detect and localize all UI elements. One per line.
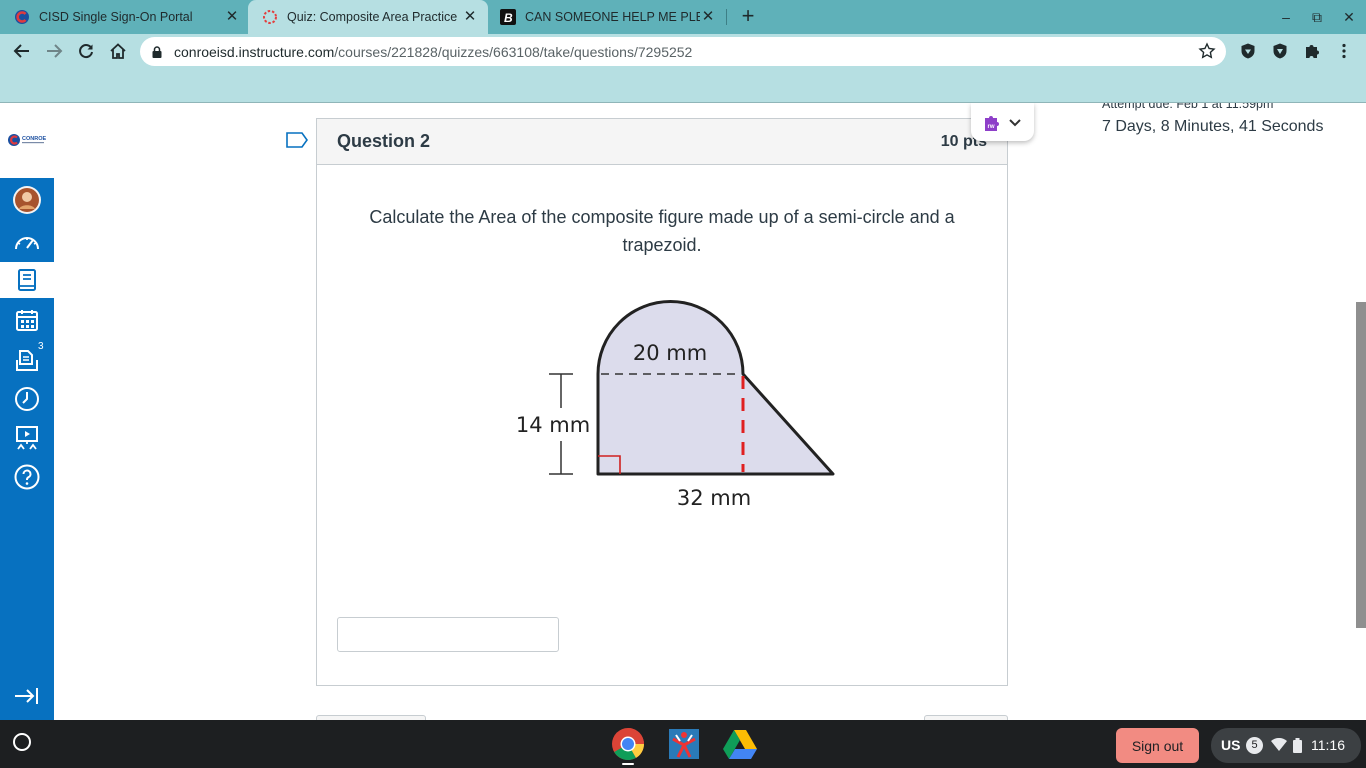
canvas-logo-icon [262,9,278,25]
forward-icon[interactable] [42,39,66,63]
page-scrollbar-thumb[interactable] [1356,302,1366,628]
url-text: conroeisd.instructure.com/courses/221828… [174,44,692,60]
browser-toolbar: conroeisd.instructure.com/courses/221828… [0,34,1366,68]
tab-quiz[interactable]: Quiz: Composite Area Practice ✕ [248,0,488,34]
tab-close-icon[interactable]: ✕ [700,9,716,25]
readwrite-toolbar-widget[interactable]: rw [971,103,1034,141]
extensions-puzzle-icon[interactable] [1300,39,1324,63]
url-path: /courses/221828/quizzes/663108/take/ques… [334,44,693,60]
label-top-width: 20 mm [633,341,707,365]
chromeos-shelf: Sign out US 5 11:16 [0,720,1366,768]
question-prompt: Calculate the Area of the composite figu… [369,207,955,255]
close-window-button[interactable]: ✕ [1339,7,1359,27]
launcher-button[interactable] [13,733,31,751]
conroe-logo[interactable]: CONROE [7,133,49,147]
home-icon[interactable] [106,39,130,63]
readwrite-puzzle-icon: rw [985,116,999,131]
address-bar[interactable]: conroeisd.instructure.com/courses/221828… [140,37,1226,66]
label-height: 14 mm [516,413,590,437]
battery-icon [1293,738,1302,756]
question-title: Question 2 [337,131,431,151]
bookmark-bar [0,68,1366,103]
tab-separator [726,9,727,25]
stick-figure-app-icon[interactable] [666,726,702,762]
tab-brainly[interactable]: B CAN SOMEONE HELP ME PLEAS ✕ [486,0,726,34]
clock: 11:16 [1311,737,1345,753]
help-icon[interactable] [0,459,54,495]
bookmark-star-icon[interactable] [1198,42,1216,65]
canvas-page: CONROE 3 Question 2 10 pts Calculate the… [0,103,1366,720]
attempt-due-label: Attempt due: Feb 1 at 11:59pm [1102,103,1274,111]
url-host: conroeisd.instructure.com [174,44,335,60]
label-base: 32 mm [677,486,751,510]
chevron-down-icon [1009,119,1021,127]
brainly-b-icon: B [500,9,516,25]
lock-icon [152,45,162,63]
conroe-c-icon [14,9,30,25]
reload-icon[interactable] [74,39,98,63]
status-tray[interactable]: US 5 11:16 [1211,728,1361,763]
keyboard-locale: US [1221,737,1241,753]
running-indicator [622,763,634,765]
restore-button[interactable]: ⧉ [1307,7,1327,27]
inbox-badge: 3 [38,341,44,352]
studio-icon[interactable] [0,420,54,456]
tab-close-icon[interactable]: ✕ [224,9,240,25]
extension-shield-icon[interactable] [1268,39,1292,63]
avatar [13,186,41,214]
question-header: Question 2 10 pts [317,119,1007,165]
tab-title: CISD Single Sign-On Portal [39,10,193,24]
back-icon[interactable] [10,39,34,63]
calendar-icon[interactable] [0,302,54,338]
dashboard-icon[interactable] [0,224,54,260]
wifi-icon [1271,737,1287,755]
account-avatar[interactable] [0,182,54,218]
courses-icon[interactable] [0,262,54,298]
answer-input[interactable] [337,617,559,652]
tab-cisd-sso[interactable]: CISD Single Sign-On Portal ✕ [0,0,250,34]
tab-strip: CISD Single Sign-On Portal ✕ Quiz: Compo… [0,0,1366,34]
time-remaining: 7 Days, 8 Minutes, 41 Seconds [1102,118,1324,135]
notification-count-badge: 5 [1246,737,1263,754]
menu-kebab-icon[interactable] [1332,39,1356,63]
tab-title: Quiz: Composite Area Practice [287,10,458,24]
extension-shield-icon[interactable] [1236,39,1260,63]
global-nav: 3 [0,178,54,720]
minimize-button[interactable]: – [1276,7,1296,27]
flag-question-icon[interactable] [286,132,308,153]
sign-out-button[interactable]: Sign out [1116,728,1199,763]
svg-text:rw: rw [988,124,995,130]
chrome-icon[interactable] [610,726,646,762]
svg-text:B: B [504,11,513,25]
logo-text: CONROE [22,136,46,142]
tab-close-icon[interactable]: ✕ [462,9,478,25]
history-icon[interactable] [0,381,54,417]
google-drive-icon[interactable] [722,726,758,762]
composite-figure: 20 mm 14 mm 32 mm [516,300,835,510]
figure-shape [596,300,835,476]
tab-title: CAN SOMEONE HELP ME PLEAS [525,10,700,24]
collapse-nav-icon[interactable] [0,678,54,714]
new-tab-button[interactable]: + [736,5,760,29]
question-card: Question 2 10 pts Calculate the Area of … [316,118,1008,686]
inbox-icon[interactable] [0,342,54,378]
